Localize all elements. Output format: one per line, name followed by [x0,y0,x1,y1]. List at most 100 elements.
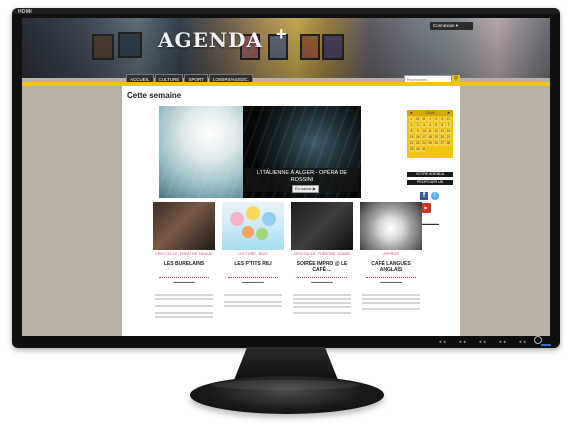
calendar-cell: M [415,117,421,122]
balloon-shape [246,206,260,220]
monitor-control-strip: ◄ ► ◄ ► ◄ ► ◄ ► ◄ ► [22,336,550,348]
calendar-day[interactable]: 9 [415,129,421,134]
calendar-day[interactable]: 30 [415,147,421,152]
power-icon[interactable] [534,336,542,344]
propose-event-button[interactable]: PROPOSER UN ÉVÉNEMENT [407,180,453,189]
calendar-day[interactable]: 18 [427,135,433,140]
calendar-prev-icon[interactable]: ◄ [409,110,413,116]
event-text-line [362,302,420,304]
event-card[interactable]: SPECTACLE, THÉÂTRE, DANSE SOIRÉE IMPRO @… [291,202,353,332]
monitor-control[interactable]: ◄ ► [438,339,447,344]
event-divider [228,277,278,278]
event-card[interactable]: LECTURE, JEUX LES P'TITS RILI ▬▬▬▬▬▬ [222,202,284,332]
screen: AGENDA + Connexion ▾ ACCUEIL CULTURE SPO… [22,18,550,336]
calendar-day[interactable]: 1 [409,123,415,128]
facebook-icon[interactable]: f [420,192,428,200]
youtube-icon[interactable]: ▶ [421,203,431,213]
event-text-line [293,312,351,314]
event-image[interactable] [360,202,422,250]
balloon-shape [256,228,268,240]
page-title: Cette semaine [127,91,182,100]
connexion-button[interactable]: Connexion ▾ [430,22,473,30]
monitor-control[interactable]: ◄ ► [518,339,527,344]
calendar-day[interactable]: 14 [445,129,451,134]
calendar-day[interactable]: 15 [409,135,415,140]
calendar-day[interactable]: 31 [421,147,427,152]
hero-slide[interactable]: L'ITALIENNE À ALGER - OPÉRA DE ROSSINI E… [159,106,361,198]
calendar-day[interactable]: 20 [439,135,445,140]
event-text-line [155,305,213,307]
event-category: APPROS [383,252,399,256]
event-title[interactable]: CAFÉ LANGUES ANGLAIS [360,261,422,273]
calendar-day[interactable]: 25 [427,141,433,146]
calendar-day[interactable]: 4 [427,123,433,128]
calendar-cell: M [421,117,427,122]
monitor-control[interactable]: ◄ ► [478,339,487,344]
balloon-shape [242,226,254,238]
event-text-line [293,306,351,308]
event-divider [297,277,347,278]
twitter-icon[interactable]: t [431,192,439,200]
monitor-control[interactable]: ◄ ► [498,339,507,344]
calendar-day[interactable]: 10 [421,129,427,134]
monitor-control[interactable]: ◄ ► [458,339,467,344]
event-category: LECTURE, JEUX [238,252,268,256]
calendar-day[interactable]: 3 [421,123,427,128]
event-title[interactable]: LES P'TITS RILI [222,261,284,268]
calendar-day[interactable]: 28 [445,141,451,146]
calendar-day[interactable]: 8 [409,129,415,134]
event-image[interactable] [291,202,353,250]
calendar-day[interactable]: 26 [433,141,439,146]
event-text-line [362,308,420,310]
calendar-grid: L M M J V S D 1 2 3 4 5 6 7 8 9 10 11 12… [407,116,453,153]
calendar-day[interactable]: 13 [439,129,445,134]
calendar-day[interactable]: 22 [409,141,415,146]
event-category: SPECTACLE, THÉÂTRE, HAUGE [155,252,213,256]
event-text-line [224,305,282,307]
event-text-line [155,298,213,300]
hero-more-button[interactable]: En savoir ▶ [292,185,319,193]
calendar-day[interactable]: 6 [439,123,445,128]
event-text-line [362,298,420,300]
calendar-day[interactable]: 19 [433,135,439,140]
event-image[interactable] [222,202,284,250]
event-card[interactable]: APPROS CAFÉ LANGUES ANGLAIS ▬▬▬▬▬▬ [360,202,422,332]
calendar-day[interactable]: 16 [415,135,421,140]
site-banner: AGENDA + Connexion ▾ [22,18,550,78]
event-category: SPECTACLE, THÉÂTRE, DANSE [293,252,351,256]
calendar-day[interactable]: 2 [415,123,421,128]
calendar-cell: J [427,117,433,122]
page-content: Cette semaine L'ITALIENNE À ALGER - OPÉR… [122,86,460,336]
event-card[interactable]: SPECTACLE, THÉÂTRE, HAUGE LES BURELAINS … [153,202,215,332]
calendar-next-icon[interactable]: ► [447,110,451,116]
event-divider [159,277,209,278]
calendar-day[interactable]: 12 [433,129,439,134]
event-title[interactable]: SOIRÉE IMPRO @ LE CAFÉ ... [291,261,353,273]
site-logo[interactable]: AGENDA [158,28,263,52]
calendar-widget: ◄ 2016 ► L M M J V S D 1 2 3 4 5 6 7 8 9 [407,110,453,158]
event-text-line [155,316,213,318]
event-title[interactable]: LES BURELAINS [153,261,215,268]
event-date-placeholder: ▬▬▬▬▬▬ [380,280,402,284]
calendar-day[interactable]: 17 [421,135,427,140]
event-text-line [293,294,351,296]
hero-title: L'ITALIENNE À ALGER - OPÉRA DE ROSSINI [256,170,348,183]
event-date-placeholder: ▬▬▬▬▬▬ [173,280,195,284]
calendar-day[interactable]: 24 [421,141,427,146]
my-agenda-button[interactable]: VOTRE AGENDA [407,172,453,177]
balloon-shape [230,212,244,226]
calendar-day[interactable]: 11 [427,129,433,134]
calendar-day[interactable]: 29 [409,147,415,152]
event-date-placeholder: ▬▬▬▬▬▬ [311,280,333,284]
event-image[interactable] [153,202,215,250]
calendar-day[interactable]: 21 [445,135,451,140]
social-links: f t [420,192,439,200]
calendar-day[interactable]: 5 [433,123,439,128]
event-text-line [155,312,213,314]
calendar-day[interactable]: 27 [439,141,445,146]
event-text-line [224,301,282,303]
event-text-line [293,302,351,304]
calendar-day[interactable]: 23 [415,141,421,146]
input-label: HDMI [18,9,32,15]
calendar-day[interactable]: 7 [445,123,451,128]
